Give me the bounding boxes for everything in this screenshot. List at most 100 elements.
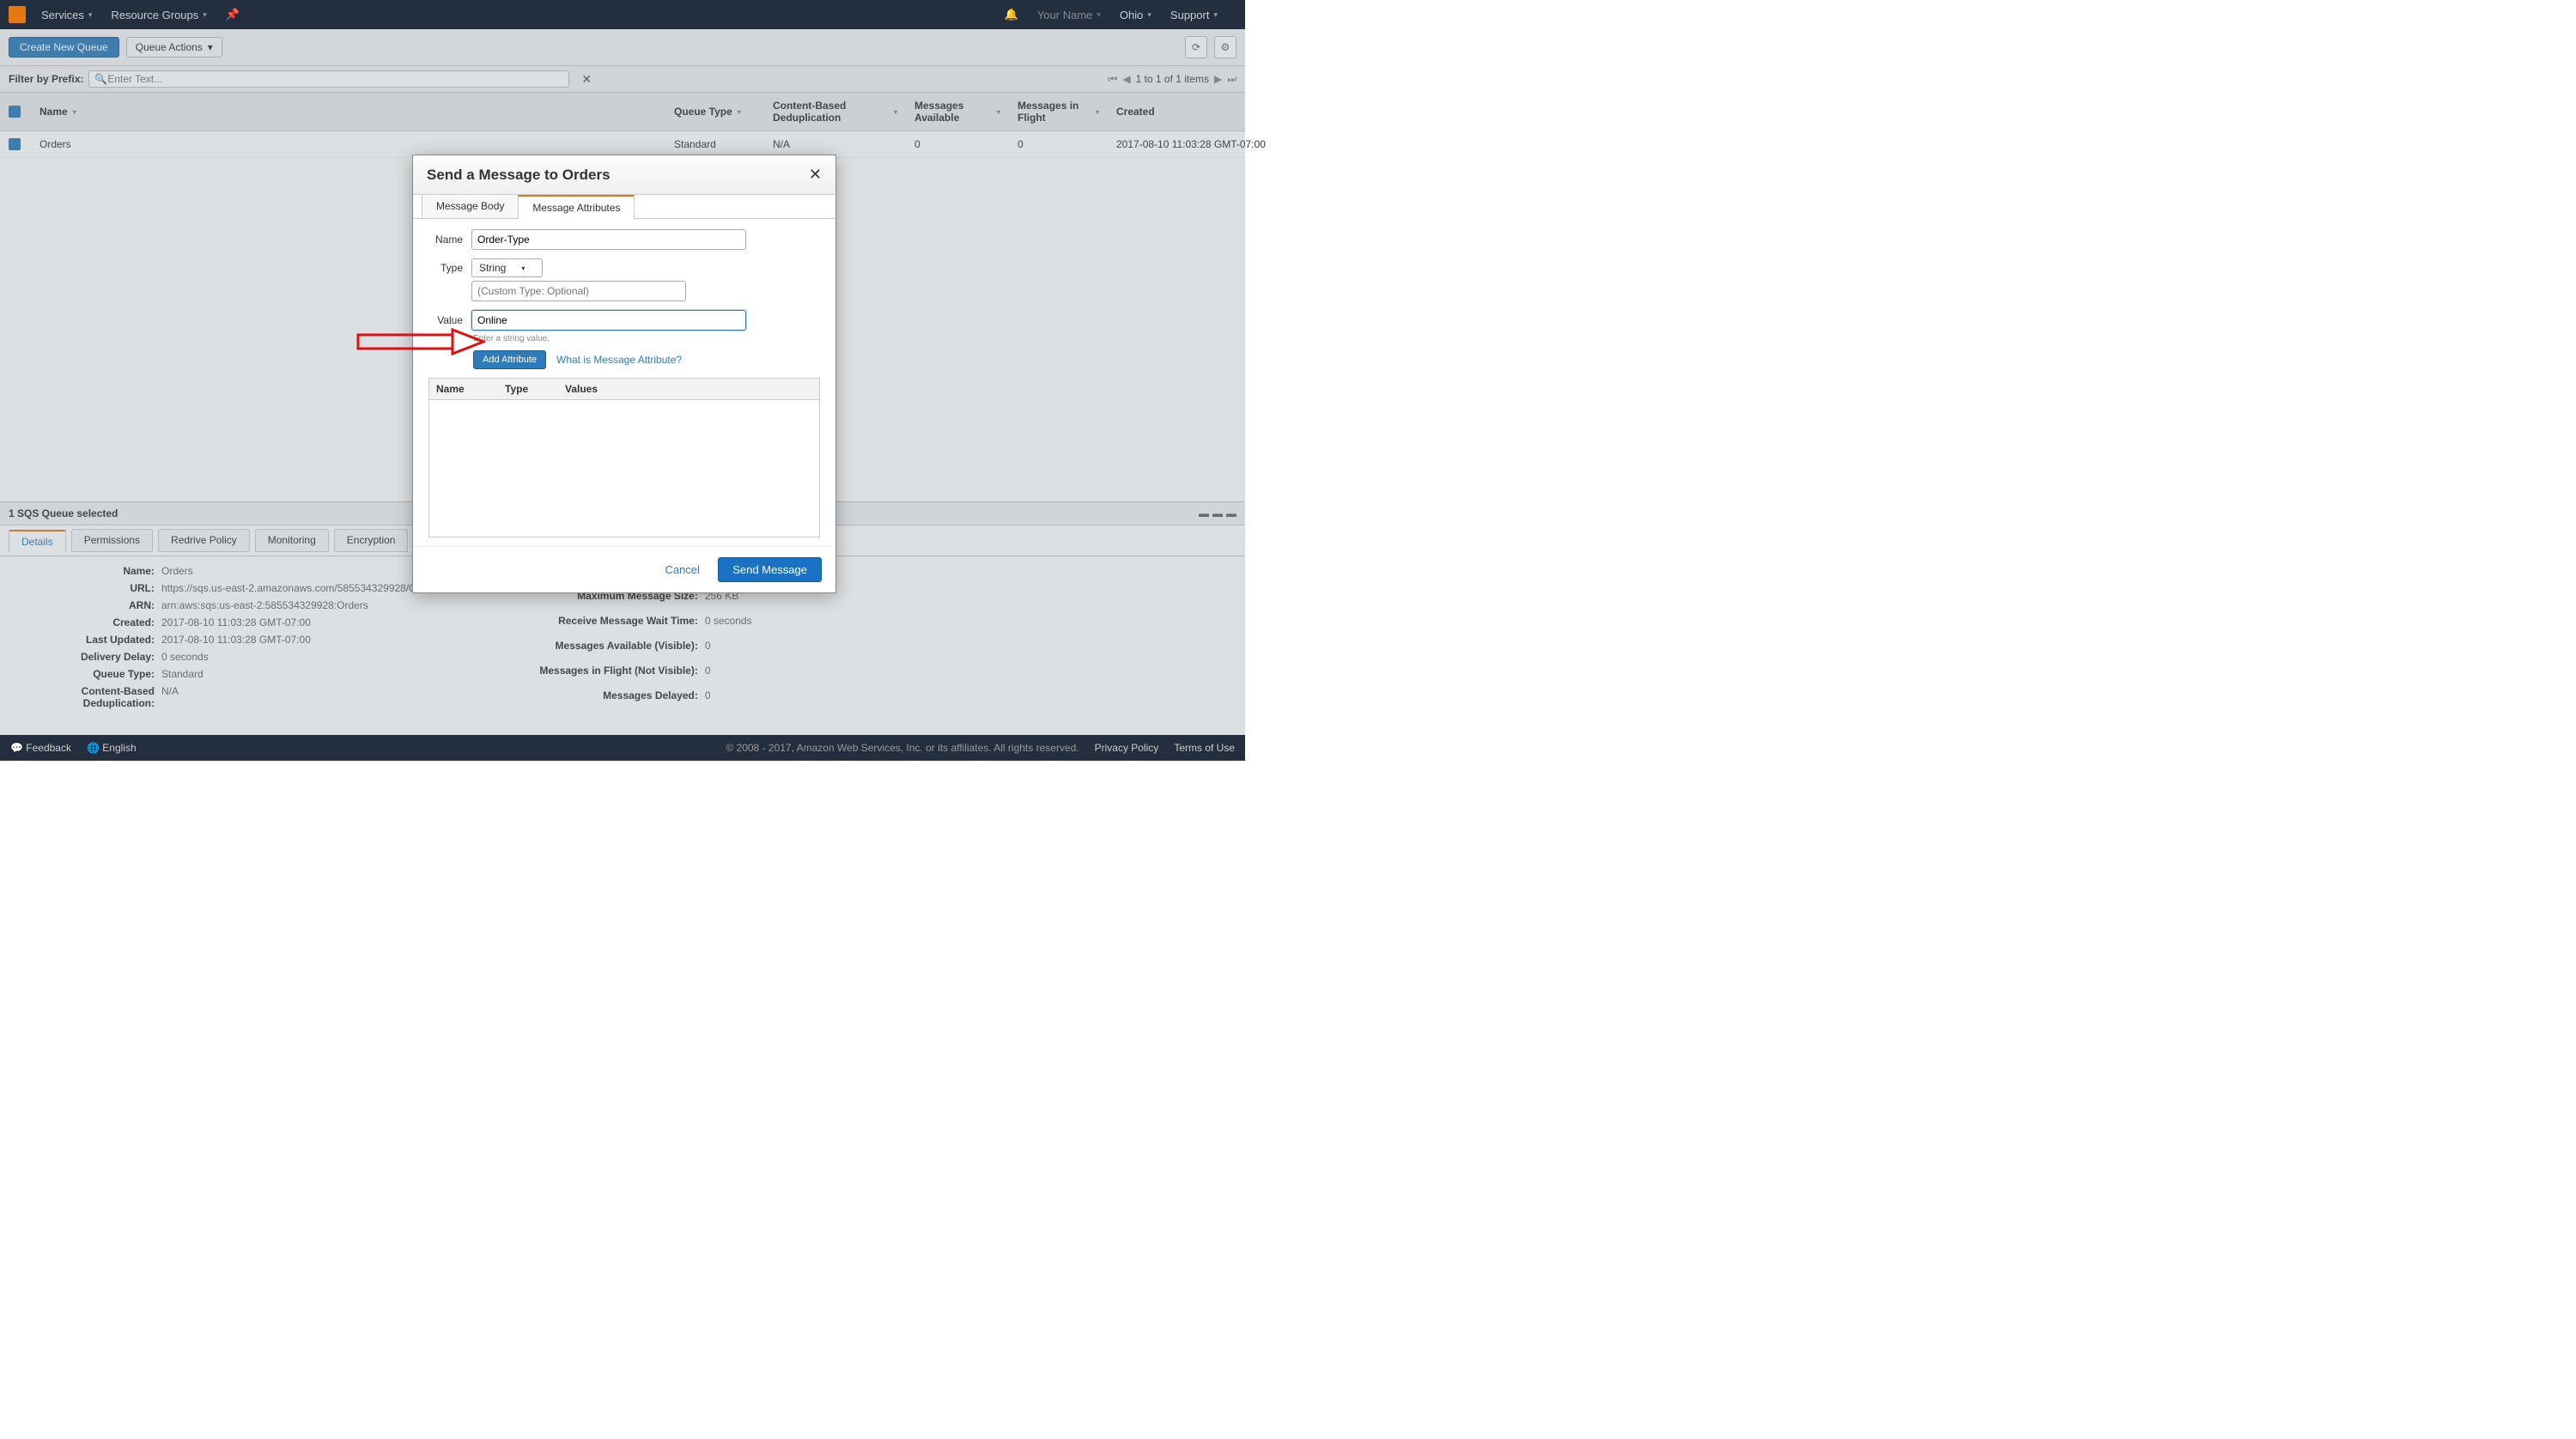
attr-name-label: Name xyxy=(428,234,463,246)
page-status: 1 to 1 of 1 items xyxy=(1136,73,1209,85)
filter-input[interactable] xyxy=(107,73,563,85)
queue-table-header: Name▾ Queue Type▾ Content-Based Deduplic… xyxy=(0,93,1245,131)
detail-wait-label: Receive Message Wait Time: xyxy=(509,615,698,634)
detail-dedup-label: Content-Based Deduplication: xyxy=(17,685,155,709)
detail-url-label: URL: xyxy=(17,582,155,594)
select-all-checkbox[interactable] xyxy=(9,106,21,118)
top-navigation: Services▾ Resource Groups▾ 📌 🔔 Your Name… xyxy=(0,0,1245,29)
clear-filter-icon[interactable]: ✕ xyxy=(578,72,595,87)
modal-title: Send a Message to Orders xyxy=(427,167,611,184)
attr-table-body xyxy=(428,400,820,537)
tab-permissions[interactable]: Permissions xyxy=(71,529,153,552)
tab-message-body[interactable]: Message Body xyxy=(422,194,519,218)
row-checkbox[interactable] xyxy=(9,138,21,150)
nav-username[interactable]: Your Name▾ xyxy=(1037,9,1101,21)
attr-value-input[interactable] xyxy=(471,310,746,331)
nav-resource-groups[interactable]: Resource Groups▾ xyxy=(111,9,206,21)
attr-type-label: Type xyxy=(428,258,463,274)
custom-type-input[interactable] xyxy=(471,281,686,301)
row-name: Orders xyxy=(31,131,665,157)
detail-flight-value: 0 xyxy=(705,665,752,684)
attr-value-label: Value xyxy=(428,314,463,326)
attr-col-name: Name xyxy=(429,379,498,399)
filter-label: Filter by Prefix: xyxy=(9,73,83,85)
row-flight: 0 xyxy=(1009,131,1108,157)
attr-col-type: Type xyxy=(498,379,558,399)
detail-avail-value: 0 xyxy=(705,640,752,659)
tab-monitoring[interactable]: Monitoring xyxy=(255,529,329,552)
search-icon: 🔍 xyxy=(94,73,107,85)
tab-details[interactable]: Details xyxy=(9,530,66,553)
detail-name-value: Orders xyxy=(161,565,440,577)
close-icon[interactable]: ✕ xyxy=(809,166,822,184)
send-message-modal: Send a Message to Orders ✕ Message Body … xyxy=(412,155,836,593)
detail-arn-value: arn:aws:sqs:us-east-2:585534329928:Order… xyxy=(161,599,440,611)
create-new-queue-button[interactable]: Create New Queue xyxy=(9,37,119,58)
cancel-button[interactable]: Cancel xyxy=(665,563,699,576)
detail-qtype-value: Standard xyxy=(161,668,440,680)
attr-type-dropdown[interactable]: String▾ xyxy=(471,258,543,277)
page-last-icon[interactable]: ⏭ xyxy=(1227,73,1236,86)
row-queue-type: Standard xyxy=(665,131,764,157)
layout-icon-1[interactable]: ▬ xyxy=(1199,507,1209,519)
detail-delayed-label: Messages Delayed: xyxy=(509,689,698,709)
aws-logo-icon[interactable] xyxy=(9,6,26,23)
detail-avail-label: Messages Available (Visible): xyxy=(509,640,698,659)
filter-search[interactable]: 🔍 xyxy=(88,70,569,88)
detail-delayed-value: 0 xyxy=(705,689,752,709)
value-hint: Enter a string value. xyxy=(473,334,820,343)
row-dedup: N/A xyxy=(764,131,906,157)
page-next-icon[interactable]: ▶ xyxy=(1214,73,1222,85)
detail-dedup-value: N/A xyxy=(161,685,440,709)
detail-created-label: Created: xyxy=(17,616,155,628)
layout-icon-2[interactable]: ▬ xyxy=(1212,507,1223,519)
detail-delay-value: 0 seconds xyxy=(161,651,440,663)
terms-of-use-link[interactable]: Terms of Use xyxy=(1174,742,1235,754)
detail-updated-value: 2017-08-10 11:03:28 GMT-07:00 xyxy=(161,634,440,646)
settings-gear-icon[interactable]: ⚙ xyxy=(1214,36,1236,58)
detail-url-value: https://sqs.us-east-2.amazonaws.com/5855… xyxy=(161,582,440,594)
detail-name-label: Name: xyxy=(17,565,155,577)
privacy-policy-link[interactable]: Privacy Policy xyxy=(1095,742,1159,754)
nav-region[interactable]: Ohio▾ xyxy=(1120,9,1151,21)
send-message-button[interactable]: Send Message xyxy=(718,557,822,582)
bell-icon[interactable]: 🔔 xyxy=(1005,8,1018,21)
pagination: ⏮ ◀ 1 to 1 of 1 items ▶ ⏭ xyxy=(1109,73,1236,86)
footer: 💬 Feedback 🌐 English © 2008 - 2017, Amaz… xyxy=(0,735,1245,761)
row-created: 2017-08-10 11:03:28 GMT-07:00 xyxy=(1108,131,1245,157)
col-messages-available[interactable]: Messages Available▾ xyxy=(906,93,1009,131)
col-messages-in-flight[interactable]: Messages in Flight▾ xyxy=(1009,93,1108,131)
tab-message-attributes[interactable]: Message Attributes xyxy=(518,195,635,219)
feedback-link[interactable]: 💬 Feedback xyxy=(10,742,71,754)
footer-copyright: © 2008 - 2017, Amazon Web Services, Inc.… xyxy=(726,742,1078,754)
tab-redrive-policy[interactable]: Redrive Policy xyxy=(158,529,250,552)
layout-icon-3[interactable]: ▬ xyxy=(1226,507,1236,519)
detail-updated-label: Last Updated: xyxy=(17,634,155,646)
row-avail: 0 xyxy=(906,131,1009,157)
page-prev-icon[interactable]: ◀ xyxy=(1122,73,1130,85)
col-name[interactable]: Name▾ xyxy=(31,93,665,131)
add-attribute-button[interactable]: Add Attribute xyxy=(473,350,546,369)
refresh-icon[interactable]: ⟳ xyxy=(1185,36,1207,58)
attr-table-header: Name Type Values xyxy=(428,378,820,400)
col-dedup[interactable]: Content-Based Deduplication▾ xyxy=(764,93,906,131)
nav-pin-icon[interactable]: 📌 xyxy=(226,8,240,21)
action-bar: Create New Queue Queue Actions▾ ⟳ ⚙ xyxy=(0,29,1245,66)
detail-delay-label: Delivery Delay: xyxy=(17,651,155,663)
nav-services[interactable]: Services▾ xyxy=(41,9,92,21)
queue-actions-button[interactable]: Queue Actions▾ xyxy=(126,37,222,58)
detail-created-value: 2017-08-10 11:03:28 GMT-07:00 xyxy=(161,616,440,628)
nav-support[interactable]: Support▾ xyxy=(1170,9,1218,21)
page-first-icon[interactable]: ⏮ xyxy=(1109,73,1118,86)
tab-encryption[interactable]: Encryption xyxy=(334,529,409,552)
attr-name-input[interactable] xyxy=(471,229,746,250)
detail-qtype-label: Queue Type: xyxy=(17,668,155,680)
col-created[interactable]: Created xyxy=(1108,93,1245,131)
language-link[interactable]: 🌐 English xyxy=(87,742,137,754)
what-is-link[interactable]: What is Message Attribute? xyxy=(556,354,682,366)
col-queue-type[interactable]: Queue Type▾ xyxy=(665,93,764,131)
detail-flight-label: Messages in Flight (Not Visible): xyxy=(509,665,698,684)
attr-col-values: Values xyxy=(558,379,605,399)
detail-wait-value: 0 seconds xyxy=(705,615,752,634)
filter-bar: Filter by Prefix: 🔍 ✕ ⏮ ◀ 1 to 1 of 1 it… xyxy=(0,66,1245,93)
